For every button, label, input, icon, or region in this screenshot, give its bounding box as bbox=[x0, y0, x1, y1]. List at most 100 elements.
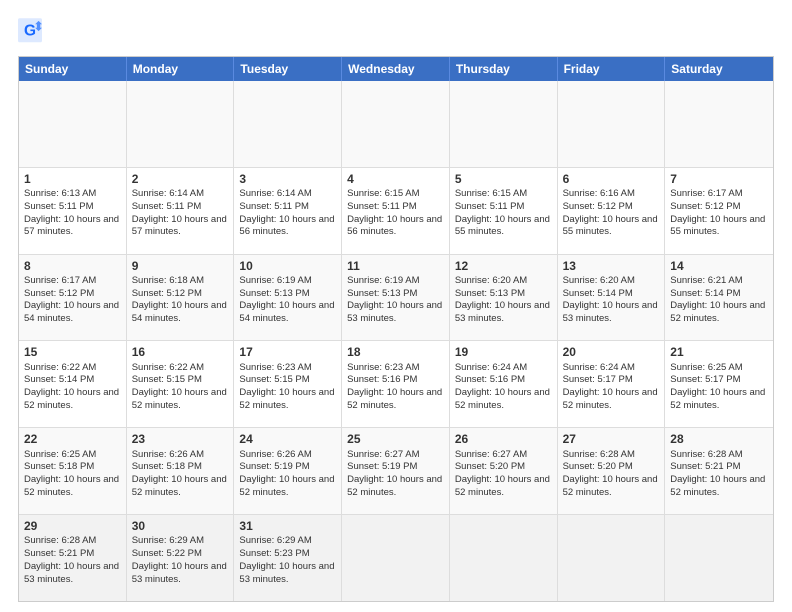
cell-sunset: Sunset: 5:11 PM bbox=[347, 201, 417, 212]
cell-sunrise: Sunrise: 6:25 AM bbox=[24, 449, 96, 460]
cell-daylight: Daylight: 10 hours and 52 minutes. bbox=[24, 474, 119, 498]
cell-daylight: Daylight: 10 hours and 53 minutes. bbox=[347, 300, 442, 324]
cell-sunrise: Sunrise: 6:27 AM bbox=[347, 449, 419, 460]
cell-day-number: 24 bbox=[239, 431, 336, 447]
cell-sunrise: Sunrise: 6:24 AM bbox=[455, 362, 527, 373]
calendar-week-4: 15Sunrise: 6:22 AMSunset: 5:14 PMDayligh… bbox=[19, 340, 773, 427]
cell-day-number: 13 bbox=[563, 258, 660, 274]
cell-day-number: 27 bbox=[563, 431, 660, 447]
cell-w1-d1 bbox=[19, 81, 127, 167]
cell-sunset: Sunset: 5:16 PM bbox=[347, 374, 417, 385]
cell-w4-d5: 19 Sunrise: 6:24 AMSunset: 5:16 PM Dayligh… bbox=[450, 341, 558, 427]
cell-sunset: Sunset: 5:12 PM bbox=[563, 201, 633, 212]
logo: G bbox=[18, 18, 46, 46]
cell-sunset: Sunset: 5:12 PM bbox=[670, 201, 740, 212]
cell-daylight: Daylight: 10 hours and 53 minutes. bbox=[24, 561, 119, 585]
cell-sunrise: Sunrise: 6:16 AM bbox=[563, 188, 635, 199]
cell-daylight: Daylight: 10 hours and 52 minutes. bbox=[670, 300, 765, 324]
cell-w6-d3: 31Sunrise: 6:29 AMSunset: 5:23 PMDayligh… bbox=[234, 515, 342, 601]
cell-w2-d2: 2Sunrise: 6:14 AMSunset: 5:11 PMDaylight… bbox=[127, 168, 235, 254]
cell-w4-d4: 18Sunrise: 6:23 AMSunset: 5:16 PMDayligh… bbox=[342, 341, 450, 427]
cell-w5-d6: 27Sunrise: 6:28 AMSunset: 5:20 PMDayligh… bbox=[558, 428, 666, 514]
cell-daylight: Daylight: 10 hours and 54 minutes. bbox=[24, 300, 119, 324]
cell-sunset: Sunset: 5:21 PM bbox=[24, 548, 94, 559]
cell-w4-d6: 20 Sunrise: 6:24 AMSunset: 5:17 PM Dayligh… bbox=[558, 341, 666, 427]
cell-daylight: Daylight: 10 hours and 54 minutes. bbox=[132, 300, 227, 324]
cell-w2-d7: 7Sunrise: 6:17 AMSunset: 5:12 PMDaylight… bbox=[665, 168, 773, 254]
cell-day-number: 2 bbox=[132, 171, 229, 187]
cell-sunset: Sunset: 5:20 PM bbox=[455, 461, 525, 472]
cell-day-number: 22 bbox=[24, 431, 121, 447]
cell-daylight: Daylight: 10 hours and 52 minutes. bbox=[455, 387, 550, 411]
cell-sunrise: Sunrise: 6:13 AM bbox=[24, 188, 96, 199]
cell-daylight: Daylight: 10 hours and 53 minutes. bbox=[455, 300, 550, 324]
cell-daylight: Daylight: 10 hours and 52 minutes. bbox=[24, 387, 119, 411]
cell-w6-d7 bbox=[665, 515, 773, 601]
cell-sunrise: Sunrise: 6:14 AM bbox=[239, 188, 311, 199]
cell-sunrise: Sunrise: 6:18 AM bbox=[132, 275, 204, 286]
svg-text:G: G bbox=[24, 22, 36, 39]
cell-day-number: 26 bbox=[455, 431, 552, 447]
cell-sunset: Sunset: 5:17 PM bbox=[670, 374, 740, 385]
cell-daylight: Daylight: 10 hours and 52 minutes. bbox=[239, 474, 334, 498]
cell-sunrise: Sunrise: 6:29 AM bbox=[239, 535, 311, 546]
calendar: Sunday Monday Tuesday Wednesday Thursday… bbox=[18, 56, 774, 602]
header-monday: Monday bbox=[127, 57, 235, 81]
calendar-body: 1Sunrise: 6:13 AMSunset: 5:11 PMDaylight… bbox=[19, 81, 773, 601]
cell-sunset: Sunset: 5:13 PM bbox=[239, 288, 309, 299]
cell-sunset: Sunset: 5:13 PM bbox=[455, 288, 525, 299]
cell-sunrise: Sunrise: 6:17 AM bbox=[24, 275, 96, 286]
cell-w1-d7 bbox=[665, 81, 773, 167]
cell-day-number: 6 bbox=[563, 171, 660, 187]
cell-day-number: 25 bbox=[347, 431, 444, 447]
cell-day-number: 8 bbox=[24, 258, 121, 274]
cell-sunset: Sunset: 5:14 PM bbox=[563, 288, 633, 299]
cell-daylight: Daylight: 10 hours and 53 minutes. bbox=[563, 300, 658, 324]
cell-w2-d5: 5Sunrise: 6:15 AMSunset: 5:11 PMDaylight… bbox=[450, 168, 558, 254]
cell-w1-d5 bbox=[450, 81, 558, 167]
cell-day-number: 18 bbox=[347, 344, 444, 360]
cell-w5-d7: 28Sunrise: 6:28 AMSunset: 5:21 PMDayligh… bbox=[665, 428, 773, 514]
cell-w2-d1: 1Sunrise: 6:13 AMSunset: 5:11 PMDaylight… bbox=[19, 168, 127, 254]
cell-day-number: 9 bbox=[132, 258, 229, 274]
header-saturday: Saturday bbox=[665, 57, 773, 81]
cell-day-number: 11 bbox=[347, 258, 444, 274]
cell-sunrise: Sunrise: 6:21 AM bbox=[670, 275, 742, 286]
cell-sunset: Sunset: 5:17 PM bbox=[563, 374, 633, 385]
cell-sunrise: Sunrise: 6:24 AM bbox=[563, 362, 635, 373]
cell-daylight: Daylight: 10 hours and 54 minutes. bbox=[239, 300, 334, 324]
cell-daylight: Daylight: 10 hours and 52 minutes. bbox=[563, 387, 658, 411]
cell-day-number: 28 bbox=[670, 431, 768, 447]
cell-daylight: Daylight: 10 hours and 53 minutes. bbox=[132, 561, 227, 585]
cell-sunset: Sunset: 5:22 PM bbox=[132, 548, 202, 559]
cell-sunrise: Sunrise: 6:23 AM bbox=[239, 362, 311, 373]
cell-w6-d5 bbox=[450, 515, 558, 601]
cell-w4-d7: 21Sunrise: 6:25 AMSunset: 5:17 PMDayligh… bbox=[665, 341, 773, 427]
cell-sunset: Sunset: 5:11 PM bbox=[24, 201, 94, 212]
cell-sunrise: Sunrise: 6:27 AM bbox=[455, 449, 527, 460]
cell-day-number: 10 bbox=[239, 258, 336, 274]
cell-day-number: 20 bbox=[563, 344, 660, 360]
cell-sunrise: Sunrise: 6:26 AM bbox=[239, 449, 311, 460]
cell-day-number: 19 bbox=[455, 344, 552, 360]
cell-sunrise: Sunrise: 6:19 AM bbox=[239, 275, 311, 286]
cell-daylight: Daylight: 10 hours and 52 minutes. bbox=[132, 474, 227, 498]
cell-w3-d3: 10Sunrise: 6:19 AM Sunset: 5:13 PMDayligh… bbox=[234, 255, 342, 341]
header-friday: Friday bbox=[558, 57, 666, 81]
cell-w3-d1: 8Sunrise: 6:17 AMSunset: 5:12 PMDaylight… bbox=[19, 255, 127, 341]
cell-sunrise: Sunrise: 6:15 AM bbox=[455, 188, 527, 199]
cell-w3-d7: 14Sunrise: 6:21 AMSunset: 5:14 PMDayligh… bbox=[665, 255, 773, 341]
logo-icon: G bbox=[18, 18, 42, 46]
cell-sunset: Sunset: 5:16 PM bbox=[455, 374, 525, 385]
calendar-week-2: 1Sunrise: 6:13 AMSunset: 5:11 PMDaylight… bbox=[19, 167, 773, 254]
page-header: G bbox=[18, 18, 774, 46]
cell-w5-d4: 25Sunrise: 6:27 AMSunset: 5:19 PMDayligh… bbox=[342, 428, 450, 514]
cell-daylight: Daylight: 10 hours and 56 minutes. bbox=[347, 214, 442, 238]
cell-sunrise: Sunrise: 6:23 AM bbox=[347, 362, 419, 373]
cell-day-number: 16 bbox=[132, 344, 229, 360]
cell-w3-d6: 13Sunrise: 6:20 AMSunset: 5:14 PMDayligh… bbox=[558, 255, 666, 341]
cell-sunrise: Sunrise: 6:29 AM bbox=[132, 535, 204, 546]
cell-day-number: 7 bbox=[670, 171, 768, 187]
cell-daylight: Daylight: 10 hours and 55 minutes. bbox=[563, 214, 658, 238]
cell-day-number: 4 bbox=[347, 171, 444, 187]
